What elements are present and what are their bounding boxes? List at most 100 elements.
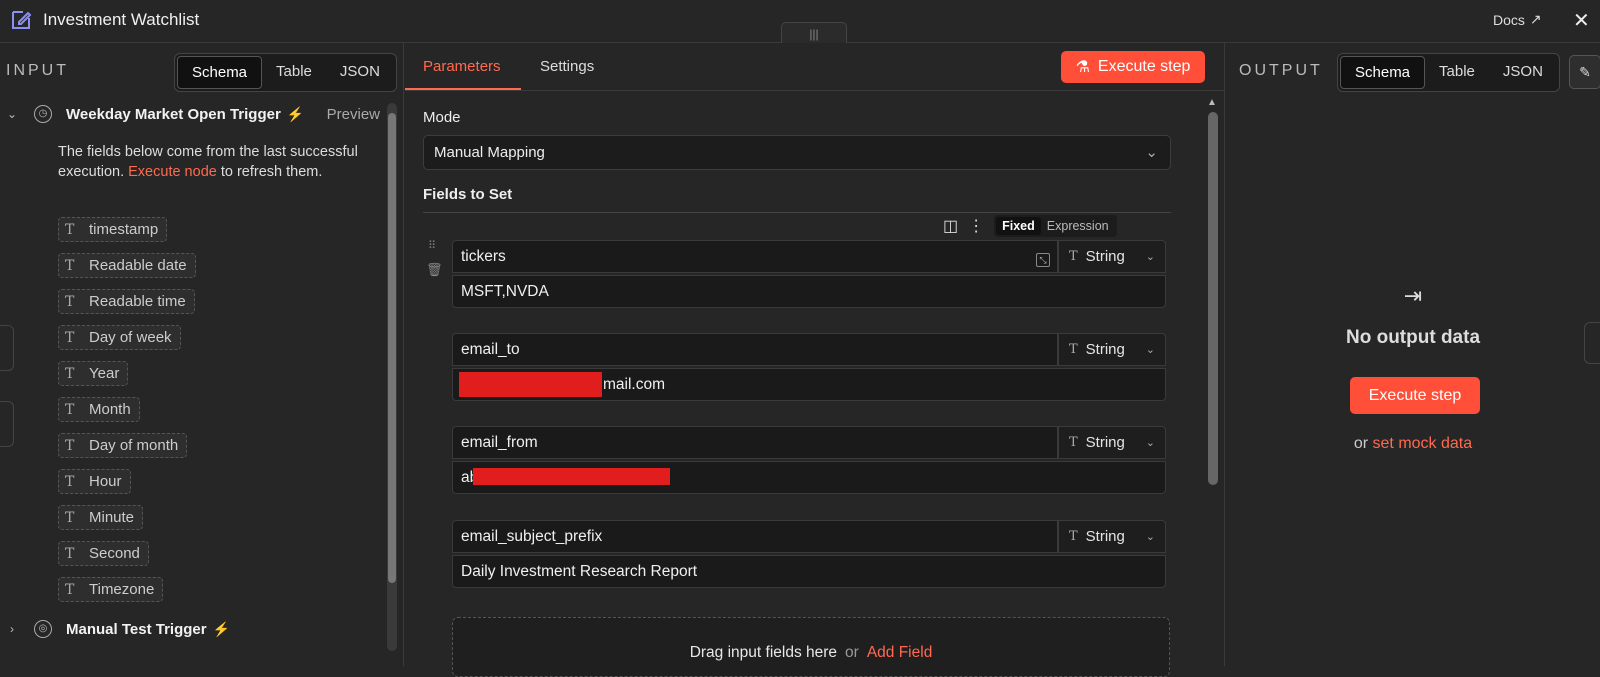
drop-or: or: [845, 644, 859, 661]
type-label: String: [1085, 434, 1125, 451]
window-title: Investment Watchlist: [43, 10, 200, 29]
type-select[interactable]: T String ⌄: [1058, 240, 1166, 273]
schema-field[interactable]: T Minute: [58, 505, 144, 530]
input-panel: INPUT Schema Table JSON ⌄ ◷ Weekday Mark…: [0, 43, 404, 666]
trash-icon[interactable]: 🗑: [426, 262, 443, 278]
or-text: or: [1353, 435, 1369, 452]
schema-field[interactable]: Ttimestamp: [58, 217, 168, 242]
fixed-option[interactable]: Fixed: [996, 217, 1041, 235]
type-select[interactable]: T String ⌄: [1058, 426, 1166, 459]
schema-field[interactable]: T Hour: [58, 469, 131, 494]
input-scrollbar[interactable]: [387, 103, 397, 651]
chevron-right-icon[interactable]: ›: [0, 622, 24, 636]
mode-value: Manual Mapping: [434, 144, 545, 161]
drag-grip-icon[interactable]: ⠿: [428, 239, 436, 252]
close-icon[interactable]: ✕: [1573, 8, 1590, 33]
text-type-icon: T: [65, 365, 75, 382]
assignment-name-input[interactable]: email_from: [452, 426, 1058, 459]
input-tab-table[interactable]: Table: [262, 56, 326, 89]
edit-icon[interactable]: [9, 8, 33, 32]
chevron-down-icon: ⌄: [1145, 144, 1158, 161]
field-label: Month: [89, 401, 131, 418]
expression-option[interactable]: Expression: [1041, 217, 1115, 235]
bolt-icon: ⚡: [212, 620, 231, 637]
arrow-to-line-icon: ⇥: [1403, 283, 1423, 308]
add-field-link[interactable]: Add Field: [867, 644, 932, 661]
mock-data-line: or set mock data: [1225, 435, 1600, 453]
field-label: Readable time: [89, 293, 186, 310]
drop-zone[interactable]: Drag input fields here or Add Field: [452, 617, 1170, 677]
preview-button[interactable]: Preview: [327, 106, 380, 123]
input-tab-schema[interactable]: Schema: [177, 56, 263, 89]
schema-field[interactable]: T Month: [58, 397, 140, 422]
text-type-icon: T: [65, 257, 75, 274]
schema-field[interactable]: T Readable date: [58, 253, 196, 278]
text-type-icon: T: [65, 401, 75, 418]
trigger-row[interactable]: ⌄ ◷ Weekday Market Open Trigger ⚡ Previe…: [0, 100, 380, 128]
schema-field[interactable]: T Year: [58, 361, 129, 386]
set-mock-data-link[interactable]: set mock data: [1373, 435, 1473, 452]
schema-field[interactable]: T Day of week: [58, 325, 181, 350]
docs-link[interactable]: Docs ↗: [1493, 11, 1542, 28]
output-view-switch: Schema Table JSON: [1337, 53, 1560, 92]
assignment-value-input[interactable]: MSFT,NVDA: [452, 275, 1166, 308]
output-tab-json[interactable]: JSON: [1489, 56, 1557, 89]
expand-icon[interactable]: ⤡: [1036, 253, 1050, 267]
pencil-icon[interactable]: ✎: [1569, 55, 1600, 89]
schema-field[interactable]: T Day of month: [58, 433, 188, 458]
trigger-row-manual[interactable]: › ◎ Manual Test Trigger ⚡: [0, 615, 380, 643]
chevron-down-icon: ⌄: [1145, 437, 1155, 449]
scroll-up-icon[interactable]: ▲: [1207, 97, 1217, 108]
execute-step-button[interactable]: ⚗ Execute step: [1061, 51, 1205, 83]
drop-text: Drag input fields here: [689, 644, 838, 661]
text-type-icon: T: [65, 437, 75, 454]
active-tab-indicator: [405, 88, 521, 90]
field-label: Year: [89, 365, 120, 382]
chevron-down-icon[interactable]: ⌄: [0, 107, 24, 121]
text-type-icon: T: [1069, 529, 1078, 544]
tab-parameters[interactable]: Parameters: [423, 58, 501, 75]
output-tab-schema[interactable]: Schema: [1340, 56, 1426, 89]
type-label: String: [1085, 248, 1125, 265]
execution-note: The fields below come from the last succ…: [58, 143, 378, 182]
output-title: OUTPUT: [1239, 62, 1323, 79]
fixed-expression-switch: Fixed Expression: [994, 215, 1117, 237]
type-select[interactable]: T String ⌄: [1058, 520, 1166, 553]
field-label: Hour: [89, 473, 122, 490]
assignment-name-input[interactable]: tickers: [452, 240, 1058, 273]
type-label: String: [1085, 341, 1125, 358]
field-label: Minute: [89, 509, 135, 526]
params-scrollbar[interactable]: ▲: [1207, 97, 1219, 666]
assignment-value-input[interactable]: Daily Investment Research Report: [452, 555, 1166, 588]
chevron-down-icon: ⌄: [1145, 344, 1155, 356]
output-tab-table[interactable]: Table: [1425, 56, 1489, 89]
execute-node-link[interactable]: Execute node: [128, 164, 217, 180]
panel-edge-tab[interactable]: [1584, 322, 1600, 364]
schema-field[interactable]: T Second: [58, 541, 149, 566]
type-select[interactable]: T String ⌄: [1058, 333, 1166, 366]
panel-toggle-icon[interactable]: ◫: [943, 216, 958, 236]
mode-toggle-group: ◫ ⋮ Fixed Expression: [943, 215, 1117, 237]
clock-icon: ◷: [34, 105, 52, 123]
text-type-icon: T: [65, 221, 75, 238]
scroll-thumb[interactable]: [388, 113, 396, 583]
schema-field[interactable]: T Timezone: [58, 577, 164, 602]
input-tab-json[interactable]: JSON: [326, 56, 394, 89]
panel-edge-tab[interactable]: [0, 401, 14, 447]
bolt-icon: ⚡: [286, 105, 305, 122]
fields-to-set-label: Fields to Set: [423, 186, 513, 203]
panel-edge-tab[interactable]: [0, 325, 14, 371]
assignment-name-input[interactable]: email_subject_prefix: [452, 520, 1058, 553]
assignment-name-input[interactable]: email_to: [452, 333, 1058, 366]
redaction-box: [473, 468, 670, 485]
schema-field[interactable]: T Readable time: [58, 289, 195, 314]
chevron-down-icon: ⌄: [1145, 251, 1155, 263]
mode-select[interactable]: Manual Mapping ⌄: [423, 135, 1171, 170]
scroll-thumb[interactable]: [1208, 112, 1218, 485]
no-output-title: No output data: [1345, 327, 1481, 348]
output-panel: OUTPUT Schema Table JSON ✎ ⇥ No output d…: [1224, 43, 1600, 666]
output-execute-step-button[interactable]: Execute step: [1350, 377, 1480, 414]
panel-drag-handle[interactable]: |||: [781, 22, 847, 44]
more-options-icon[interactable]: ⋮: [968, 216, 984, 236]
tab-settings[interactable]: Settings: [540, 58, 594, 75]
